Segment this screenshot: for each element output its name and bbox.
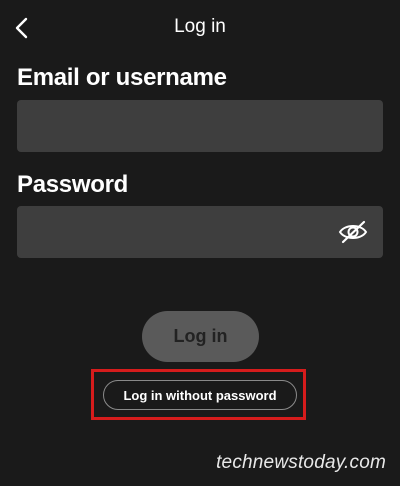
email-field[interactable] [17, 100, 383, 152]
page-title: Log in [174, 16, 226, 37]
login-screen: Log in Email or username Password Log in… [0, 0, 400, 486]
eye-slash-icon [338, 220, 368, 244]
login-without-password-button[interactable]: Log in without password [103, 380, 297, 410]
top-bar: Log in [0, 0, 400, 56]
login-button[interactable]: Log in [142, 311, 259, 362]
password-visibility-toggle[interactable] [335, 218, 371, 246]
watermark: technewstoday.com [216, 452, 386, 473]
email-label: Email or username [17, 64, 227, 91]
password-label: Password [17, 171, 128, 198]
password-field[interactable] [17, 206, 383, 258]
